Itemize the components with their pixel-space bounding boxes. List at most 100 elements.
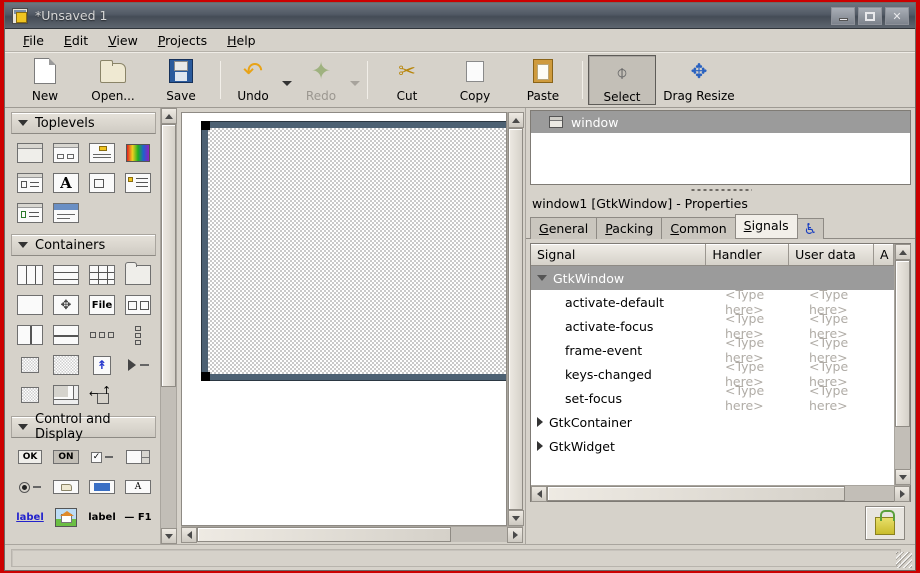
palette-item-toolbar[interactable] [87,322,117,348]
signal-userdata-cell[interactable]: <Type here> [805,383,889,413]
palette-item-scrolled-window[interactable] [15,352,45,378]
palette-item-frame[interactable] [15,292,45,318]
palette-item-image[interactable] [51,504,81,530]
column-header-after[interactable]: A [874,244,894,265]
palette-item-radio-button[interactable] [15,474,45,500]
signals-scroll-right-button[interactable] [894,486,910,502]
canvas-hscroll-track[interactable] [197,527,507,542]
palette-item-vbox[interactable] [51,262,81,288]
toolbar-paste-button[interactable]: Paste [509,55,577,105]
expander-closed-icon[interactable] [537,417,543,427]
palette-item-event-box[interactable]: ↟ [87,352,117,378]
signals-horizontal-scrollbar[interactable] [531,485,910,502]
palette-item-message-dialog[interactable] [87,140,117,166]
design-window-widget[interactable] [201,121,506,381]
palette-item-color-button[interactable] [87,474,117,500]
pane-splitter-handle[interactable] [526,185,915,194]
toolbar-undo-button[interactable]: ↶ Undo [226,55,280,105]
palette-item-spin-button[interactable] [123,444,153,470]
tab-general[interactable]: General [530,217,598,239]
palette-scroll-track[interactable] [161,124,176,528]
palette-item-file-chooser-button[interactable] [51,474,81,500]
palette-item-expander[interactable] [123,352,153,378]
palette-scroll-thumb[interactable] [161,124,176,387]
title-bar[interactable]: *Unsaved 1 ✕ [5,3,915,29]
palette-scroll-up-button[interactable] [161,108,177,124]
palette-item-accel-label[interactable]: — F1 [123,504,153,530]
menu-view[interactable]: View [98,31,148,50]
palette-item-layout[interactable] [51,382,81,408]
widget-tree[interactable]: window [530,110,911,185]
palette-item-about-dialog[interactable] [87,170,117,196]
undo-dropdown-arrow-icon[interactable] [280,55,294,105]
palette-item-file-chooser-widget[interactable]: File [87,292,117,318]
signals-vscroll-thumb[interactable] [895,260,910,428]
tab-accessibility[interactable]: ♿ [796,218,825,239]
tab-packing[interactable]: Packing [596,217,663,239]
signal-handler-cell[interactable]: <Type here> [721,383,805,413]
palette-item-button[interactable]: OK [15,444,45,470]
palette-item-dialog-widget[interactable] [51,140,81,166]
tab-common[interactable]: Common [661,217,736,239]
signals-group-gtkwidget[interactable]: GtkWidget [531,434,894,458]
canvas-vscroll-thumb[interactable] [508,128,523,510]
palette-item-check-button[interactable]: ✓ [87,444,117,470]
palette-item-window-widget[interactable] [15,140,45,166]
column-header-handler[interactable]: Handler [706,244,790,265]
palette-scroll-down-button[interactable] [161,528,177,544]
toolbar-redo-button[interactable]: ✦ Redo [294,55,348,105]
palette-vertical-scrollbar[interactable] [160,108,177,544]
palette-section-containers[interactable]: Containers [11,234,156,256]
signals-hscroll-thumb[interactable] [547,486,846,501]
palette-item-label[interactable]: label [87,504,117,530]
palette-item-viewport[interactable] [51,352,81,378]
palette-item-table[interactable] [87,262,117,288]
canvas-scroll-up-button[interactable] [508,112,524,128]
palette-item-notebook[interactable] [123,262,153,288]
palette-item-link-button[interactable]: label [15,504,45,530]
signals-vertical-scrollbar[interactable] [894,244,911,485]
toolbar-new-button[interactable]: New [11,55,79,105]
canvas-hscroll-thumb[interactable] [197,527,452,542]
palette-item-hbutton-box[interactable] [123,292,153,318]
canvas-vscroll-track[interactable] [508,128,523,510]
palette-item-font-button[interactable]: A [123,474,153,500]
toolbar-save-button[interactable]: Save [147,55,215,105]
menu-help[interactable]: Help [217,31,266,50]
canvas-scroll-left-button[interactable] [181,527,197,543]
minimize-button[interactable] [831,7,855,25]
palette-item-hbox[interactable] [15,262,45,288]
canvas-scroll-down-button[interactable] [508,510,524,526]
palette-section-toplevels[interactable]: Toplevels [11,112,156,134]
resize-grip-icon[interactable] [896,552,912,568]
expander-open-icon[interactable] [537,275,547,281]
signals-hscroll-track[interactable] [547,486,894,501]
toolbar-select-button[interactable]: ⌽ Select [588,55,656,105]
menu-projects[interactable]: Projects [148,31,217,50]
canvas-vertical-scrollbar[interactable] [507,112,524,526]
palette-item-color-selection-dialog[interactable] [123,140,153,166]
maximize-button[interactable] [858,7,882,25]
redo-dropdown-arrow-icon[interactable] [348,55,362,105]
signals-scroll-up-button[interactable] [895,244,911,260]
lock-button[interactable] [865,506,905,540]
toolbar-drag-resize-button[interactable]: ✥ Drag Resize [656,55,742,105]
toolbar-copy-button[interactable]: Copy [441,55,509,105]
signals-vscroll-track[interactable] [895,260,910,469]
menu-file[interactable]: File [13,31,54,50]
signals-list[interactable]: Signal Handler User data A GtkWindow act… [531,244,894,485]
palette-item-hpaned[interactable] [15,322,45,348]
signals-scroll-down-button[interactable] [895,469,911,485]
design-canvas[interactable] [181,112,507,526]
palette-item-offscreen-window[interactable] [51,200,81,226]
toolbar-cut-button[interactable]: ✂ Cut [373,55,441,105]
menu-edit[interactable]: Edit [54,31,98,50]
canvas-horizontal-scrollbar[interactable] [181,526,523,543]
toolbar-open-button[interactable]: Open... [79,55,147,105]
signals-scroll-left-button[interactable] [531,486,547,502]
palette-item-vpaned[interactable] [51,322,81,348]
selection-handle-bottom-left[interactable] [201,372,210,381]
widget-tree-row-window[interactable]: window [531,111,910,133]
tab-signals[interactable]: Signals [734,214,798,238]
palette-item-handle-box[interactable]: ← ↑ [87,382,117,408]
